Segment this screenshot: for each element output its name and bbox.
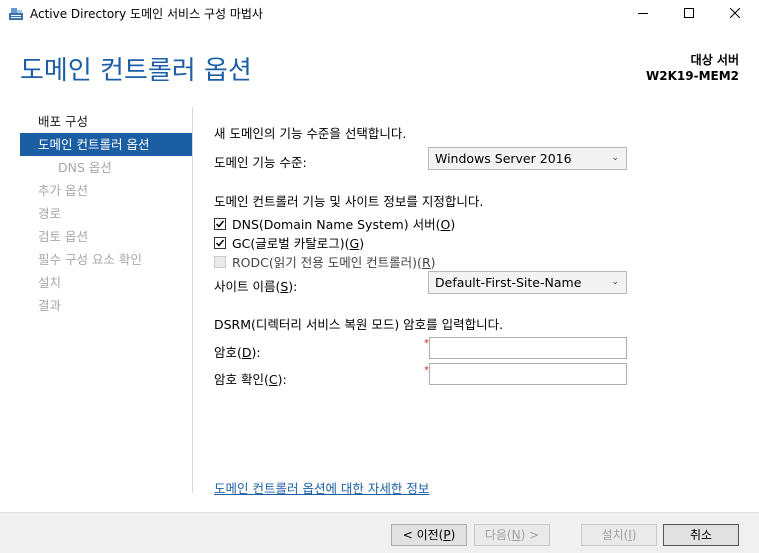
domain-level-value: Windows Server 2016	[435, 151, 572, 166]
nav-item-installation: 설치	[38, 275, 62, 290]
minimize-icon	[638, 13, 648, 14]
nav-divider	[192, 107, 193, 493]
checkmark-icon	[215, 220, 225, 228]
title-bar: Active Directory 도메인 서비스 구성 마법사	[0, 0, 759, 26]
nav-item-paths: 경로	[38, 206, 62, 221]
chevron-down-icon: ⌄	[611, 153, 619, 163]
capabilities-heading: 도메인 컨트롤러 기능 및 사이트 정보를 지정합니다.	[214, 194, 484, 209]
maximize-button[interactable]	[666, 0, 712, 26]
rodc-checkbox	[214, 255, 226, 268]
password-input[interactable]	[429, 337, 627, 359]
site-name-value: Default-First-Site-Name	[435, 275, 582, 290]
domain-level-dropdown[interactable]: Windows Server 2016 ⌄	[428, 147, 627, 170]
domain-level-label: 도메인 기능 수준:	[214, 155, 307, 170]
nav-item-additional-options: 추가 옵션	[38, 183, 88, 198]
checkmark-icon	[215, 239, 225, 247]
help-link[interactable]: 도메인 컨트롤러 옵션에 대한 자세한 정보	[214, 478, 429, 497]
nav-item-deployment-config[interactable]: 배포 구성	[20, 110, 192, 133]
server-manager-icon	[9, 8, 23, 20]
nav-item-prerequisites-check: 필수 구성 요소 확인	[38, 252, 142, 267]
target-server-name: W2K19-MEM2	[646, 69, 739, 83]
nav-item-review-options: 검토 옵션	[38, 229, 88, 244]
dns-server-checkbox[interactable]	[214, 217, 226, 230]
cancel-button[interactable]: 취소	[663, 524, 739, 546]
global-catalog-option[interactable]: GC(글로벌 카탈로그)(G)	[214, 233, 364, 252]
password-label: 암호(D):	[214, 345, 261, 360]
confirm-password-label: 암호 확인(C):	[214, 372, 287, 387]
global-catalog-label: GC(글로벌 카탈로그)(G)	[232, 236, 365, 251]
maximize-icon	[684, 8, 694, 18]
close-button[interactable]	[712, 0, 758, 26]
install-button: 설치(I)	[581, 524, 657, 546]
site-name-dropdown[interactable]: Default-First-Site-Name ⌄	[428, 271, 627, 294]
rodc-option: RODC(읽기 전용 도메인 컨트롤러)(R)	[214, 252, 436, 271]
previous-button[interactable]: < 이전(P)	[391, 524, 467, 546]
rodc-label: RODC(읽기 전용 도메인 컨트롤러)(R)	[232, 255, 436, 270]
dns-server-label: DNS(Domain Name System) 서버(O)	[232, 217, 456, 232]
target-server-info: 대상 서버 W2K19-MEM2	[646, 52, 739, 84]
nav-item-dc-options[interactable]: 도메인 컨트롤러 옵션	[20, 133, 192, 156]
close-icon	[730, 8, 740, 18]
nav-item-dns-options: DNS 옵션	[58, 160, 112, 175]
site-name-label: 사이트 이름(S):	[214, 279, 298, 294]
dns-server-option[interactable]: DNS(Domain Name System) 서버(O)	[214, 214, 455, 233]
global-catalog-checkbox[interactable]	[214, 236, 226, 249]
nav-item-results: 결과	[38, 298, 62, 313]
minimize-button[interactable]	[620, 0, 666, 26]
dsrm-heading: DSRM(디렉터리 서비스 복원 모드) 암호를 입력합니다.	[214, 317, 504, 332]
window-title: Active Directory 도메인 서비스 구성 마법사	[30, 7, 263, 21]
next-button: 다음(N) >	[474, 524, 550, 546]
wizard-footer: < 이전(P) 다음(N) > 설치(I) 취소	[0, 512, 759, 553]
functional-level-heading: 새 도메인의 기능 수준을 선택합니다.	[214, 126, 407, 141]
chevron-down-icon: ⌄	[611, 277, 619, 287]
page-title: 도메인 컨트롤러 옵션	[20, 56, 252, 86]
target-server-label: 대상 서버	[690, 53, 739, 67]
wizard-nav: 배포 구성 도메인 컨트롤러 옵션 DNS 옵션 추가 옵션 경로 검토 옵션 …	[20, 110, 192, 317]
confirm-password-input[interactable]	[429, 363, 627, 385]
